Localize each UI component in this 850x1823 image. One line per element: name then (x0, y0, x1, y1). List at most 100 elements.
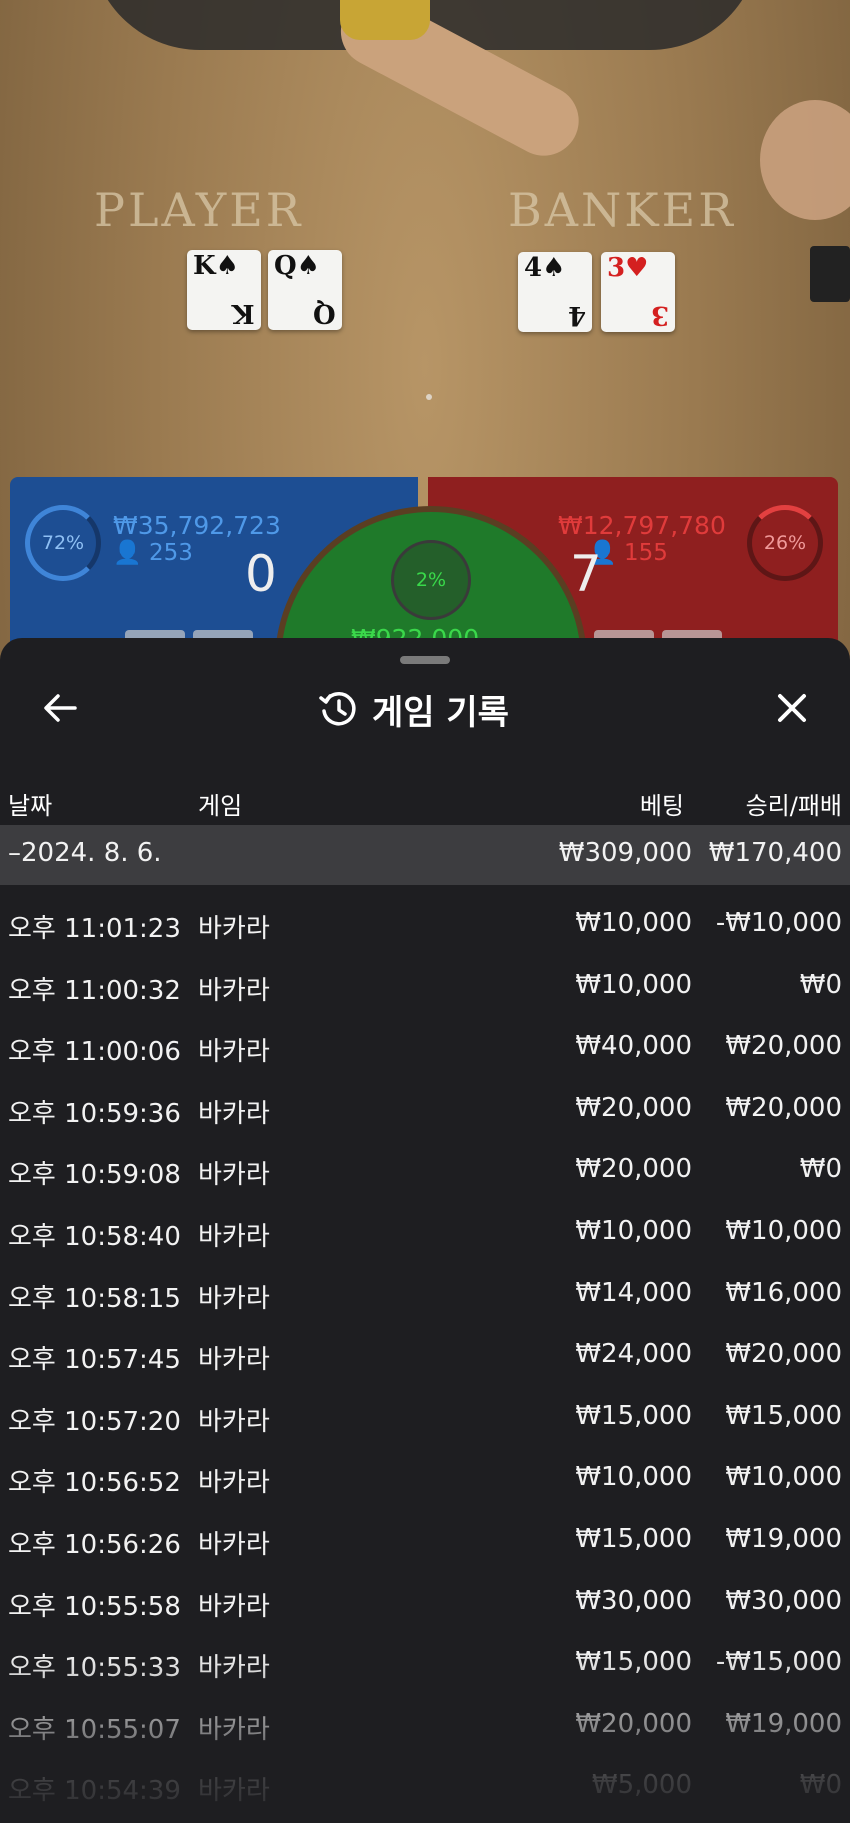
row-game: 바카라 (198, 1406, 270, 1437)
player-table-label: PLAYER (94, 183, 304, 237)
table-row[interactable]: 오후 10:54:39 바카라 ₩5,000 ₩0 (0, 1756, 850, 1818)
row-game: 바카라 (198, 1653, 270, 1684)
dealer-sleeve (340, 0, 430, 40)
row-result: ₩20,000 (725, 1031, 842, 1062)
sheet-header: 게임 기록 (318, 686, 509, 733)
row-bet: ₩20,000 (575, 1708, 692, 1739)
player-percent-ring: 72% (25, 505, 101, 581)
row-game: 바카라 (198, 1776, 270, 1807)
row-bet: ₩40,000 (575, 1031, 692, 1062)
page-title: 게임 기록 (372, 692, 509, 733)
card-suit: ♠ (542, 253, 566, 283)
row-result: ₩15,000 (725, 1400, 842, 1431)
row-time: 오후 10:55:33 (8, 1653, 181, 1684)
table-row[interactable]: 오후 10:59:36 바카라 ₩20,000 ₩20,000 (0, 1079, 850, 1141)
player-total-amount: ₩35,792,723 (113, 511, 281, 540)
row-result: ₩10,000 (725, 1462, 842, 1493)
row-game: 바카라 (198, 1591, 270, 1622)
row-time: 오후 11:00:32 (8, 975, 181, 1006)
table-light-dot (426, 394, 432, 400)
back-button[interactable] (35, 683, 85, 733)
row-time: 오후 10:55:07 (8, 1714, 181, 1745)
row-result: ₩0 (799, 1770, 842, 1801)
tie-percent: 2% (391, 540, 471, 620)
row-result: ₩19,000 (725, 1708, 842, 1739)
row-time: 오후 10:57:45 (8, 1345, 181, 1376)
row-time: 오후 10:59:08 (8, 1160, 181, 1191)
table-row[interactable]: 오후 10:56:26 바카라 ₩15,000 ₩19,000 (0, 1510, 850, 1572)
row-game: 바카라 (198, 914, 270, 944)
row-game: 바카라 (198, 1529, 270, 1560)
table-row[interactable]: 오후 10:55:07 바카라 ₩20,000 ₩19,000 (0, 1695, 850, 1757)
row-bet: ₩15,000 (575, 1523, 692, 1554)
row-bet: ₩10,000 (575, 1215, 692, 1246)
game-history-sheet: 게임 기록 날짜 게임 베팅 승리/패배 –2024. 8. 6. ₩309,0… (0, 638, 850, 1823)
table-row[interactable]: 오후 10:59:08 바카라 ₩20,000 ₩0 (0, 1140, 850, 1202)
table-row[interactable]: 오후 10:55:58 바카라 ₩30,000 ₩30,000 (0, 1572, 850, 1634)
row-result: -₩15,000 (715, 1647, 842, 1678)
row-bet: ₩15,000 (575, 1400, 692, 1431)
row-game: 바카라 (198, 1714, 270, 1745)
table-row[interactable]: 오후 10:55:33 바카라 ₩15,000 -₩15,000 (0, 1633, 850, 1695)
row-result: -₩10,000 (715, 908, 842, 938)
row-game: 바카라 (198, 1160, 270, 1191)
row-bet: ₩14,000 (575, 1277, 692, 1308)
banker-percent-ring: 26% (747, 505, 823, 581)
table-row[interactable]: 오후 11:01:23 바카라 ₩10,000 -₩10,000 (0, 894, 850, 956)
row-result: ₩10,000 (725, 1215, 842, 1246)
table-row[interactable]: 오후 10:57:45 바카라 ₩24,000 ₩20,000 (0, 1325, 850, 1387)
date-summary-row[interactable]: –2024. 8. 6. ₩309,000 ₩170,400 (0, 825, 850, 885)
summary-result-total: ₩170,400 (708, 838, 842, 868)
row-bet: ₩24,000 (575, 1339, 692, 1370)
card-suit: ♠ (296, 251, 320, 281)
close-icon (778, 694, 806, 722)
table-row[interactable]: 오후 11:00:32 바카라 ₩10,000 ₩0 (0, 956, 850, 1018)
table-row[interactable]: 오후 10:56:52 바카라 ₩10,000 ₩10,000 (0, 1448, 850, 1510)
row-time: 오후 11:00:06 (8, 1037, 181, 1068)
column-header-result[interactable]: 승리/패배 (746, 786, 842, 821)
row-bet: ₩10,000 (575, 1462, 692, 1493)
banker-score: 7 (570, 545, 602, 603)
card-rank-bottom: Q (313, 298, 336, 328)
banker-table-label: BANKER (508, 183, 736, 237)
row-time: 오후 10:59:36 (8, 1098, 181, 1129)
card-suit: ♥ (625, 253, 649, 283)
row-time: 오후 10:55:58 (8, 1591, 181, 1622)
row-game: 바카라 (198, 1345, 270, 1376)
column-header-game[interactable]: 게임 (198, 786, 242, 821)
row-game: 바카라 (198, 1037, 270, 1068)
row-bet: ₩20,000 (575, 1154, 692, 1185)
card-rank: K (193, 251, 216, 281)
row-game: 바카라 (198, 1098, 270, 1129)
row-game: 바카라 (198, 1468, 270, 1499)
row-game: 바카라 (198, 975, 270, 1006)
close-button[interactable] (767, 683, 817, 733)
row-bet: ₩5,000 (591, 1770, 692, 1801)
column-header-bet[interactable]: 베팅 (640, 786, 684, 821)
table-row[interactable]: 오후 11:00:06 바카라 ₩40,000 ₩20,000 (0, 1017, 850, 1079)
player-card-1: K♠ K (187, 250, 261, 330)
row-result: ₩16,000 (725, 1277, 842, 1308)
row-game: 바카라 (198, 1221, 270, 1252)
player-bettor-count: 👤 253 (113, 539, 193, 566)
card-rank-bottom: 3 (650, 300, 669, 330)
sheet-drag-handle[interactable] (400, 656, 450, 664)
summary-date: –2024. 8. 6. (8, 838, 162, 868)
table-row[interactable]: 오후 10:57:20 바카라 ₩15,000 ₩15,000 (0, 1387, 850, 1449)
table-row[interactable]: 오후 10:58:40 바카라 ₩10,000 ₩10,000 (0, 1202, 850, 1264)
card-suit: ♠ (215, 251, 239, 281)
row-result: ₩20,000 (725, 1092, 842, 1123)
card-rank: 4 (524, 253, 543, 283)
banker-total-amount: ₩12,797,780 (558, 511, 726, 540)
row-result: ₩30,000 (725, 1585, 842, 1616)
row-result: ₩0 (799, 969, 842, 1000)
row-bet: ₩15,000 (575, 1647, 692, 1678)
banker-card-1: 4♠ 4 (518, 252, 592, 332)
card-rank-bottom: K (232, 298, 255, 328)
player-score: 0 (245, 545, 277, 603)
dealer-hand (760, 100, 850, 220)
card-rank: Q (274, 251, 297, 281)
column-header-date[interactable]: 날짜 (8, 786, 52, 821)
card-rank-bottom: 4 (567, 300, 586, 330)
table-row[interactable]: 오후 10:58:15 바카라 ₩14,000 ₩16,000 (0, 1264, 850, 1326)
